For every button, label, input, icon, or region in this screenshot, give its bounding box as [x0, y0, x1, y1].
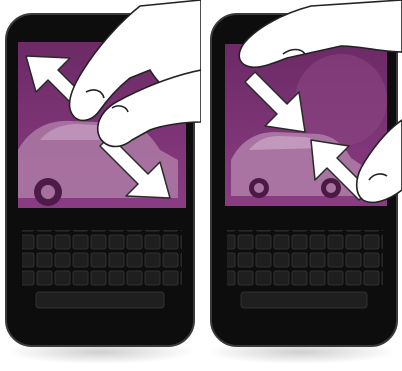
zoom-out-svg	[206, 0, 402, 364]
pinch-zoom-illustration	[0, 0, 402, 371]
zoom-out-panel	[201, 0, 402, 371]
space-bar	[35, 291, 165, 309]
moon-shape	[295, 54, 387, 146]
zoom-in-panel	[0, 0, 201, 371]
space-bar	[240, 291, 368, 309]
keyboard	[227, 230, 383, 309]
keyboard	[22, 230, 182, 309]
zoom-in-svg	[5, 0, 201, 364]
